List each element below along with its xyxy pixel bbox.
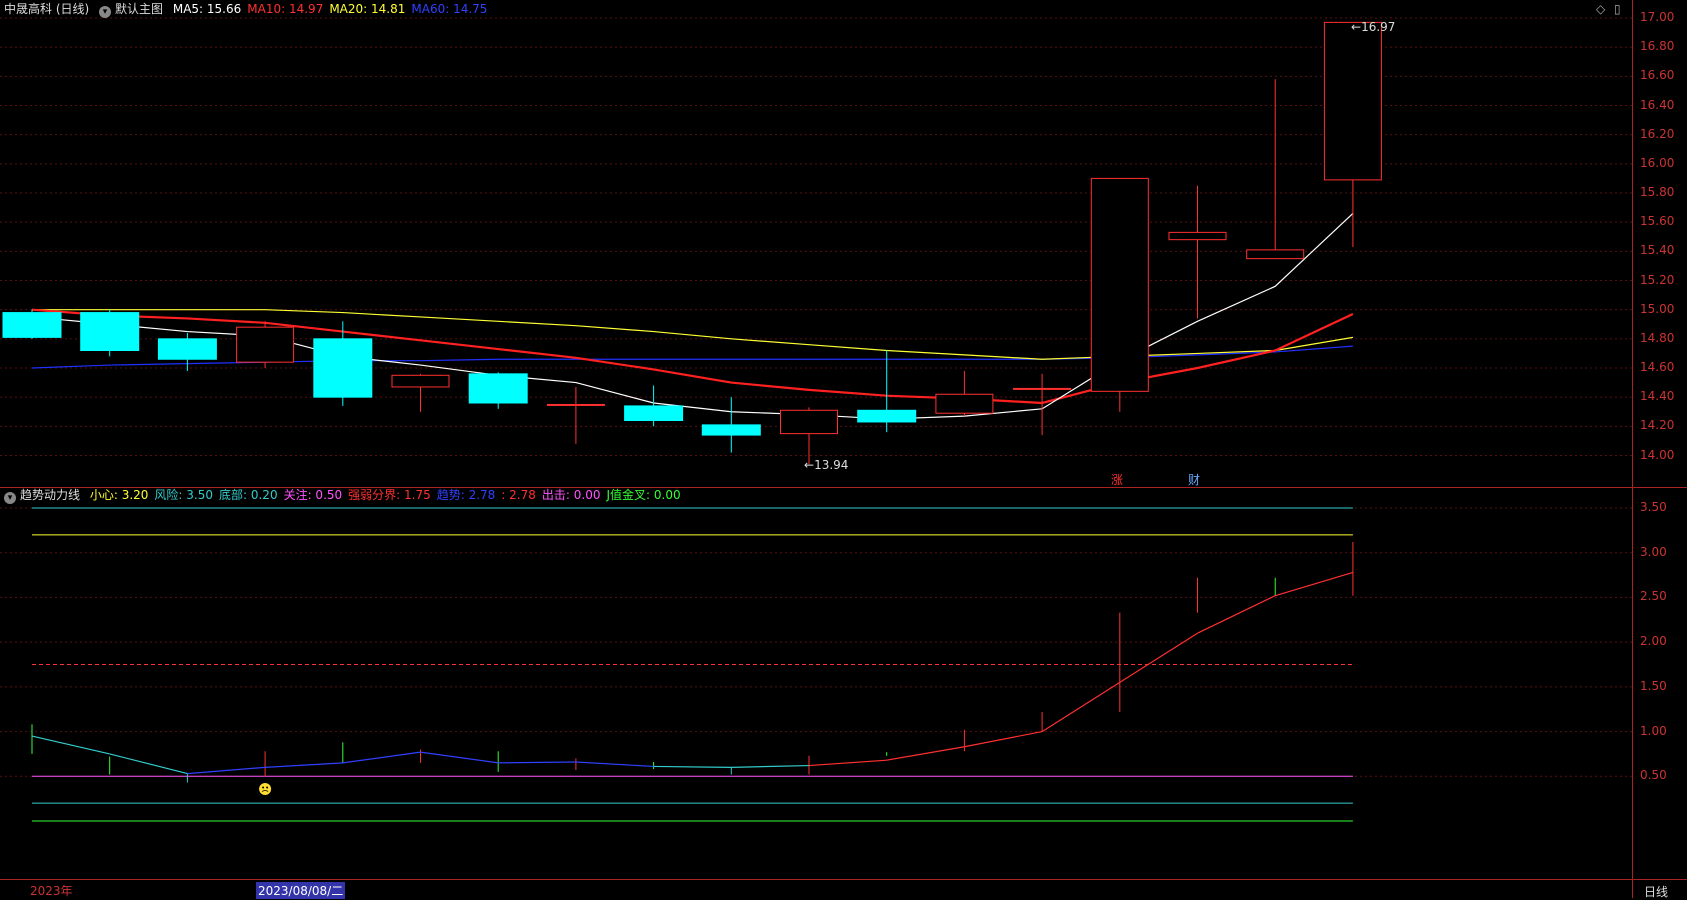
- trend-line-segment: [1275, 571, 1354, 597]
- trend-line-segment: [886, 746, 965, 761]
- trend-line-segment: [1197, 595, 1276, 634]
- sub-legend-item: 小心: 3.20: [89, 488, 149, 502]
- candle-body: [1323, 21, 1382, 181]
- high-marker-label: ←16.97: [1351, 20, 1396, 34]
- trend-line-segment: [1041, 681, 1121, 733]
- candle-body: [468, 373, 528, 404]
- trend-line-segment: [342, 751, 421, 764]
- price-axis-label: 16.00: [1640, 155, 1675, 170]
- candle-body: [701, 424, 761, 436]
- sub-axis-label: 3.00: [1640, 544, 1667, 559]
- sub-legend-item: 底部: 0.20: [219, 488, 278, 502]
- candle-body: [624, 405, 684, 421]
- chevron-circle-icon[interactable]: ▾: [99, 6, 112, 18]
- smiley-eye: [266, 786, 269, 789]
- stock-title: 中晟高科 (日线): [4, 2, 90, 16]
- sub-legend-item: J值金叉: 0.00: [606, 488, 681, 502]
- trend-line-segment: [808, 759, 887, 767]
- zhang-badge[interactable]: 涨: [1111, 471, 1123, 488]
- ma-legend-item: MA60: 14.75: [411, 2, 488, 16]
- cai-badge[interactable]: 财: [1188, 471, 1200, 488]
- ma-legend-item: MA5: 15.66: [172, 2, 242, 16]
- restore-icon[interactable]: ▯: [1614, 2, 1621, 16]
- sub-legend-item: 强弱分界: 1.75: [348, 488, 431, 502]
- price-axis-label: 17.00: [1640, 10, 1675, 24]
- price-axis-label: 14.60: [1640, 360, 1675, 374]
- ma5-line: [31, 212, 1354, 420]
- price-axis-label: 16.80: [1640, 39, 1675, 54]
- sub-axis-label: 2.00: [1640, 634, 1667, 649]
- price-axis-label: 16.60: [1640, 68, 1675, 83]
- ma-legend: MA5: 15.66 MA10: 14.97 MA20: 14.81 MA60: 14…: [173, 2, 494, 16]
- sub-chart-header: ▾ 趋势动力线 小心: 3.20 风险: 3.50 底部: 0.20 关注: 0.50 强…: [4, 486, 693, 504]
- sub-indicator-name[interactable]: 趋势动力线: [20, 488, 80, 502]
- candle-body: [2, 312, 62, 338]
- trend-line-segment: [31, 735, 110, 755]
- candle-body: [1246, 249, 1305, 260]
- sub-legend-item: 关注: 0.50: [283, 488, 343, 502]
- ma-legend-item: MA20: 14.81: [329, 2, 406, 16]
- price-axis-label: 15.80: [1640, 185, 1675, 199]
- candle-body: [546, 403, 605, 406]
- diamond-icon[interactable]: ◇: [1596, 2, 1605, 16]
- low-marker-label: ←13.94: [804, 458, 849, 472]
- trend-line-segment: [109, 753, 188, 775]
- price-axis-label: 16.20: [1640, 126, 1675, 141]
- trend-line-segment: [1119, 632, 1198, 683]
- trend-line-segment: [653, 765, 732, 768]
- trend-line-segment: [187, 766, 266, 775]
- price-axis-label: 15.60: [1640, 214, 1675, 229]
- candle-body: [313, 338, 373, 398]
- price-axis-label: 14.40: [1640, 389, 1675, 404]
- sub-legend-item: 趋势: 2.78: [436, 488, 496, 502]
- price-axis-label: 15.20: [1640, 272, 1675, 287]
- year-label: 2023年: [30, 884, 73, 898]
- candle-body: [391, 374, 450, 388]
- candle-body: [1013, 387, 1072, 390]
- sub-legend-item: : 2.78: [501, 488, 536, 502]
- price-axis-label: 15.40: [1640, 243, 1675, 258]
- trend-line-segment: [731, 764, 810, 768]
- trend-line-segment: [265, 762, 343, 768]
- trend-line-segment: [420, 751, 499, 764]
- price-axis-label: 14.20: [1640, 418, 1675, 433]
- candle-body: [780, 409, 838, 435]
- candle-body: [80, 312, 140, 352]
- sub-legend-item: 出击: 0.00: [541, 488, 601, 502]
- candle-body: [157, 338, 217, 360]
- candle-body: [857, 409, 917, 423]
- sub-legend-item: 风险: 3.50: [154, 488, 213, 502]
- price-axis-label: 14.00: [1640, 447, 1675, 462]
- candle-body: [236, 326, 295, 363]
- trend-line-segment: [575, 761, 654, 768]
- cursor-date-label: 2023/08/08/二: [256, 882, 346, 899]
- ma60-line: [31, 345, 1353, 369]
- main-chart-header: 中晟高科 (日线) ▾ 默认主图 MA5: 15.66 MA10: 14.97 MA2…: [4, 0, 499, 18]
- trend-line-segment: [964, 730, 1043, 748]
- sub-axis-label: 1.50: [1640, 678, 1667, 693]
- price-axis-label: 16.40: [1640, 97, 1675, 112]
- ma-legend-item: MA10: 14.97: [247, 2, 324, 16]
- sub-legend: 小心: 3.20 风险: 3.50 底部: 0.20 关注: 0.50 强弱分界: 1.…: [90, 488, 687, 502]
- candle-body: [935, 393, 994, 414]
- candle-body: [1090, 177, 1149, 392]
- candle-body: [1168, 231, 1227, 241]
- smiley-icon: [259, 783, 272, 795]
- price-axis-label: 14.80: [1640, 330, 1675, 345]
- chevron-circle-icon[interactable]: ▾: [4, 492, 16, 504]
- smiley-eye: [262, 786, 265, 789]
- period-label[interactable]: 日线: [1644, 883, 1668, 900]
- sub-axis-label: 3.50: [1640, 500, 1667, 514]
- kline-chart[interactable]: [0, 0, 1687, 898]
- sub-axis-label: 1.00: [1640, 723, 1667, 738]
- price-axis-label: 15.00: [1640, 301, 1675, 316]
- sub-axis-label: 2.50: [1640, 589, 1667, 604]
- indicator-menu[interactable]: 默认主图: [115, 2, 163, 16]
- sub-axis-label: 0.50: [1640, 768, 1667, 783]
- trend-line-segment: [498, 761, 576, 764]
